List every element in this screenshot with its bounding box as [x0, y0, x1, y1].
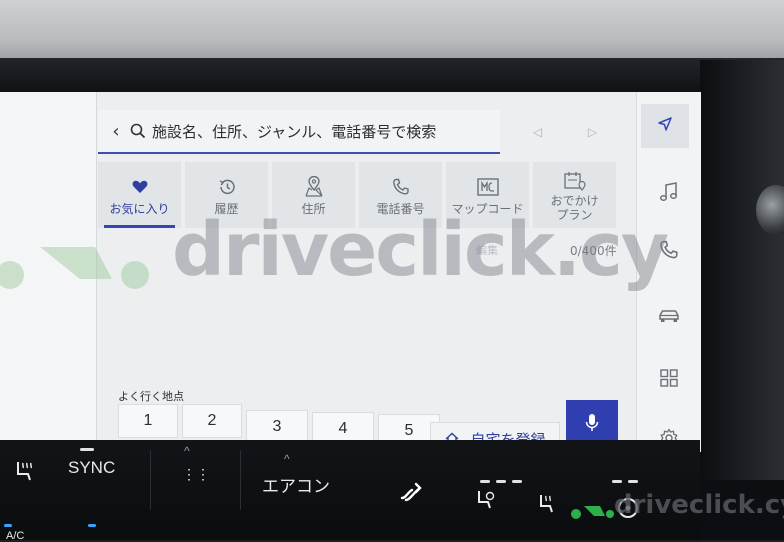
tab-mapcode[interactable]: マップコード [446, 162, 529, 228]
watermark-small: driveclick.cy [570, 490, 784, 530]
sync-button[interactable]: SYNC [68, 458, 115, 478]
phone-icon [659, 240, 679, 264]
indicator [88, 524, 96, 527]
car-icon [657, 307, 681, 329]
frequent-slot[interactable]: 1 [118, 404, 178, 438]
tab-phone-number[interactable]: 電話番号 [359, 162, 442, 228]
triangle-left-icon[interactable]: ◁ [533, 125, 542, 139]
frequent-slot[interactable]: 2 [182, 404, 242, 438]
triangle-right-icon[interactable]: ▷ [588, 125, 597, 139]
tab-label: 履歴 [214, 201, 239, 216]
seat-heat-left-icon[interactable] [10, 458, 36, 489]
favorites-counter: 0/400件 [570, 244, 617, 258]
chevron-up-icon[interactable]: ^ [284, 452, 290, 466]
page-arrows: ◁ ▷ [510, 112, 620, 152]
tab-label: 住所 [301, 201, 326, 216]
calendar-pin-icon [563, 168, 587, 194]
watermark-logo-icon [571, 506, 614, 519]
heart-icon [132, 174, 148, 200]
watermark-text: driveclick.cy [614, 490, 784, 520]
side-item-navigation[interactable] [641, 104, 689, 148]
map-panel [0, 92, 97, 452]
tab-label: 電話番号 [376, 201, 425, 216]
right-bezel [700, 60, 784, 480]
mapcode-icon [476, 174, 500, 200]
tab-favorites[interactable]: お気に入り [98, 162, 181, 228]
level-indicator [612, 480, 622, 483]
frequent-slot[interactable]: 3 [246, 410, 308, 444]
map-pin-icon [304, 174, 324, 200]
phone-icon [392, 174, 410, 200]
apps-grid-icon [660, 369, 678, 391]
aircon-button[interactable]: エアコン [262, 472, 330, 497]
search-bar[interactable]: ‹ 施設名、住所、ジャンル、電話番号で検索 [98, 110, 500, 154]
microphone-icon [584, 412, 600, 438]
search-placeholder: 施設名、住所、ジャンル、電話番号で検索 [152, 122, 437, 141]
tab-label: マップコード [451, 201, 524, 216]
ac-indicator [4, 524, 12, 527]
side-item-phone[interactable] [637, 230, 701, 274]
edit-label[interactable]: 編集 [476, 242, 498, 258]
side-item-music[interactable] [637, 172, 701, 216]
seat-heat-right-icon[interactable] [536, 492, 560, 521]
level-indicator [496, 480, 506, 483]
level-indicator [512, 480, 522, 483]
airflow-icon[interactable] [398, 480, 426, 509]
side-item-apps[interactable] [637, 358, 701, 402]
frequent-places-label: よく行く地点 [118, 390, 184, 403]
tab-history[interactable]: 履歴 [185, 162, 268, 228]
side-menu [636, 92, 701, 452]
sync-indicator [80, 448, 94, 451]
divider [240, 450, 241, 510]
navigation-screen: ‹ 施設名、住所、ジャンル、電話番号で検索 ◁ ▷ お気に入り 履歴 住所 電話… [0, 92, 701, 456]
navigation-arrow-icon [657, 116, 673, 136]
frequent-places-slots: 1 2 3 4 5 [118, 404, 444, 448]
divider [150, 450, 151, 510]
history-icon [217, 174, 237, 200]
chevron-up-icon[interactable]: ^ [184, 444, 190, 458]
music-note-icon [658, 181, 680, 207]
ac-button[interactable]: A/C [6, 530, 24, 542]
magnifier-icon [130, 123, 148, 139]
dots-icon[interactable]: ⋮⋮ [182, 466, 210, 483]
level-indicator [628, 480, 638, 483]
tab-address[interactable]: 住所 [272, 162, 355, 228]
level-indicator [480, 480, 490, 483]
search-category-tabs: お気に入り 履歴 住所 電話番号 マップコード おでかけ プラン [98, 162, 616, 228]
tab-label: お気に入り [109, 201, 170, 216]
tab-outing-plan[interactable]: おでかけ プラン [533, 162, 616, 228]
tab-label: おでかけ プラン [550, 194, 599, 222]
chevron-left-icon[interactable]: ‹ [106, 121, 126, 142]
side-item-vehicle[interactable] [637, 296, 701, 340]
seat-fan-icon[interactable] [474, 488, 498, 517]
